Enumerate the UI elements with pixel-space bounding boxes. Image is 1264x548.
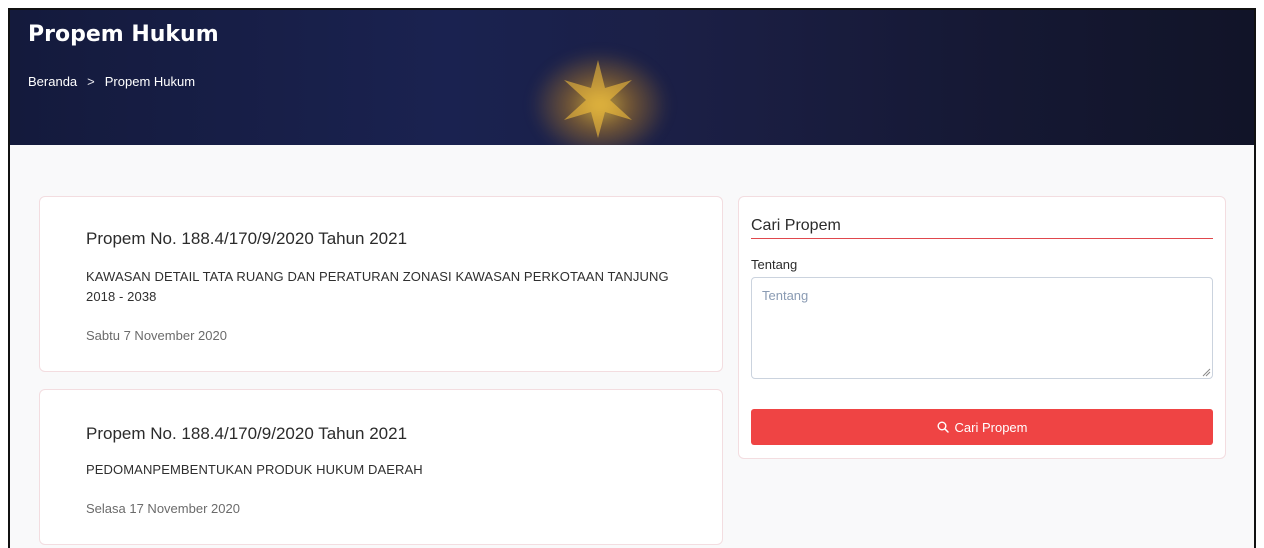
propem-description: PEDOMANPEMBENTUKAN PRODUK HUKUM DAERAH [86,462,423,477]
propem-title[interactable]: Propem No. 188.4/170/9/2020 Tahun 2021 [86,229,407,249]
propem-card[interactable]: Propem No. 188.4/170/9/2020 Tahun 2021 P… [39,389,723,545]
search-panel: Cari Propem Tentang Cari Propem [738,196,1226,459]
breadcrumb: Beranda > Propem Hukum [28,74,195,89]
page-frame: Propem Hukum Beranda > Propem Hukum Prop… [8,8,1256,548]
breadcrumb-current: Propem Hukum [104,74,196,89]
page-header-banner: Propem Hukum Beranda > Propem Hukum [10,10,1254,145]
tentang-textarea[interactable] [751,277,1213,379]
breadcrumb-home-link[interactable]: Beranda [28,74,77,89]
propem-date: Sabtu 7 November 2020 [86,328,227,343]
tentang-label: Tentang [751,257,798,272]
resize-handle-icon[interactable] [1202,368,1211,377]
banner-emblem-icon [564,60,632,138]
propem-title[interactable]: Propem No. 188.4/170/9/2020 Tahun 2021 [86,424,407,444]
search-icon [937,421,949,433]
chevron-right-icon: > [87,74,95,89]
search-button[interactable]: Cari Propem [751,409,1213,445]
propem-description: KAWASAN DETAIL TATA RUANG DAN PERATURAN … [86,269,669,304]
propem-card[interactable]: Propem No. 188.4/170/9/2020 Tahun 2021 K… [39,196,723,372]
search-button-label: Cari Propem [954,419,1028,435]
propem-date: Selasa 17 November 2020 [86,501,240,516]
search-title-divider [751,238,1213,239]
page-title: Propem Hukum [28,22,219,47]
search-panel-title: Cari Propem [751,217,841,234]
